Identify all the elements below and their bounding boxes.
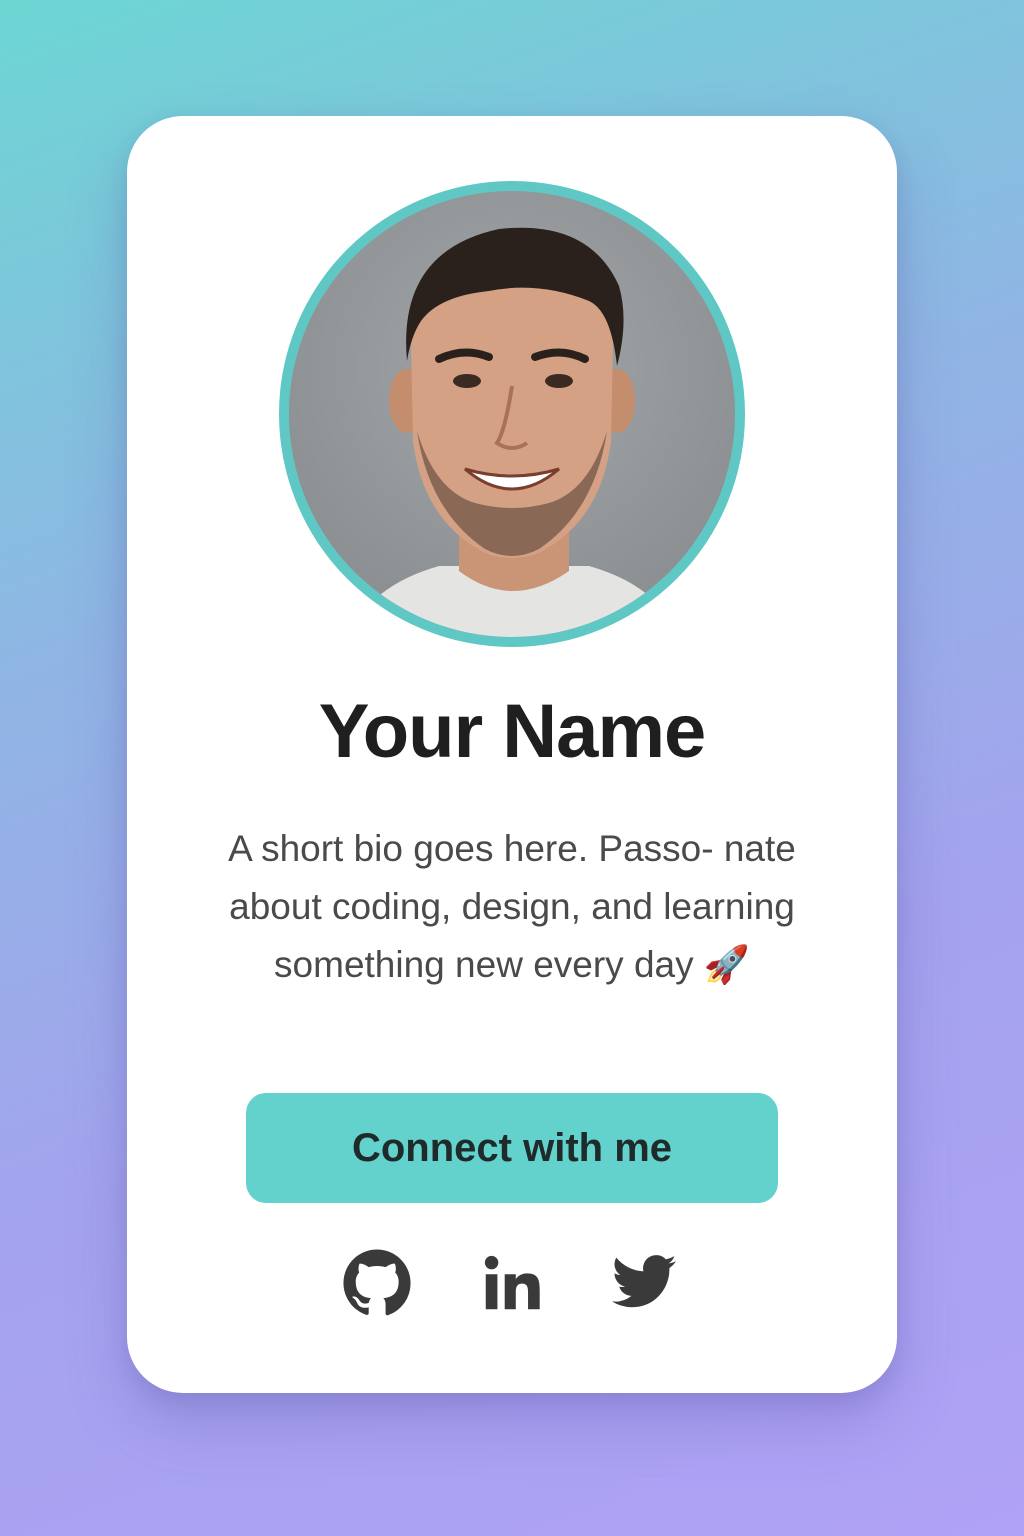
connect-button[interactable]: Connect with me — [246, 1093, 778, 1203]
github-link[interactable] — [342, 1248, 412, 1318]
github-icon — [343, 1249, 411, 1316]
twitter-icon — [611, 1255, 677, 1308]
avatar-photo — [349, 227, 679, 637]
avatar-ring — [279, 181, 745, 647]
social-links — [127, 1248, 897, 1318]
linkedin-link[interactable] — [477, 1248, 547, 1318]
avatar — [289, 191, 735, 637]
twitter-link[interactable] — [609, 1248, 679, 1318]
linkedin-icon — [484, 1255, 540, 1310]
profile-bio: A short bio goes here. Passo- nate about… — [228, 828, 796, 985]
profile-card: Your Name A short bio goes here. Passo- … — [127, 116, 897, 1393]
profile-name: Your Name — [318, 689, 707, 774]
